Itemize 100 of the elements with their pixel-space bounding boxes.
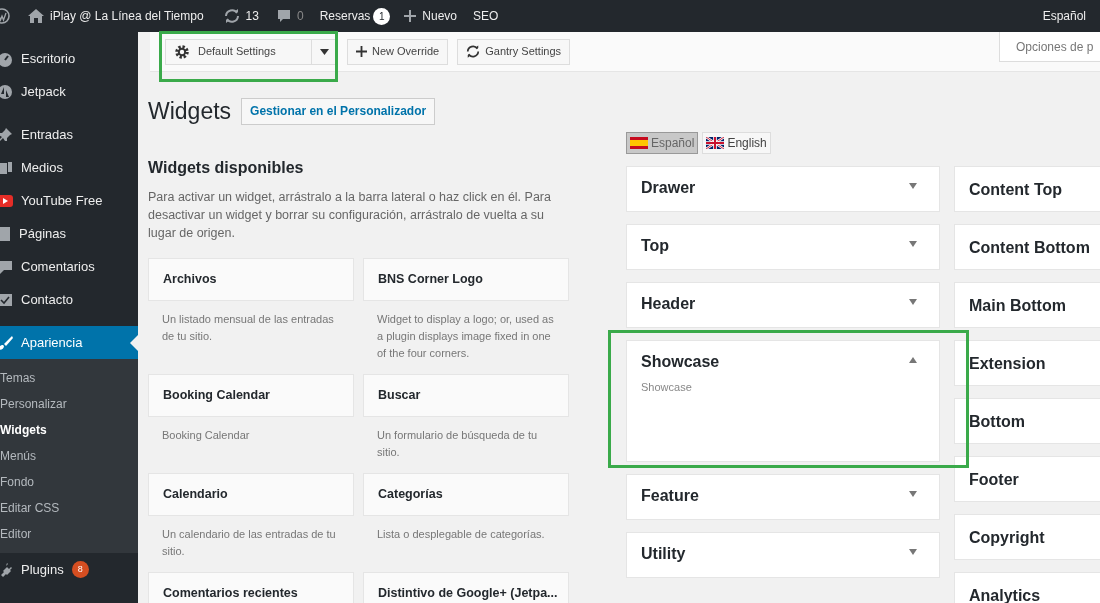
flag-icon: [706, 137, 725, 149]
sidebar-area[interactable]: Footer: [954, 456, 1100, 502]
customizer-button[interactable]: Gestionar en el Personalizador: [241, 97, 436, 125]
plug-icon: [0, 561, 13, 578]
section-heading: Widgets disponibles: [148, 157, 305, 178]
play-icon: [0, 194, 13, 207]
sidebar-area[interactable]: Top: [626, 224, 940, 270]
language-button[interactable]: English: [702, 132, 771, 154]
widget-title[interactable]: Buscar: [363, 373, 569, 417]
seo-link[interactable]: SEO: [473, 7, 499, 25]
updates-icon: [223, 9, 240, 23]
updates-count[interactable]: 13: [245, 7, 269, 25]
screen-options-tab[interactable]: Opciones de p: [999, 32, 1100, 62]
widget-description: Booking Calendar: [161, 427, 251, 443]
submenu-item[interactable]: Widgets: [0, 417, 47, 443]
gantry-settings-button[interactable]: Gantry Settings: [457, 38, 571, 65]
caret-icon: [320, 48, 329, 55]
widget-title[interactable]: Booking Calendar: [148, 373, 354, 417]
home-icon: [28, 9, 44, 23]
page-icon: [0, 225, 11, 242]
widget-description: Un calendario de las entradas de tu sitio.: [161, 526, 337, 559]
widget-title[interactable]: BNS Corner Logo: [363, 257, 569, 301]
menu-item[interactable]: Entradas: [0, 118, 138, 151]
menu-item[interactable]: Apariencia: [0, 326, 138, 359]
widget-title[interactable]: Calendario: [148, 472, 354, 516]
area-title: Footer: [969, 471, 1019, 488]
area-title: Drawer: [641, 179, 696, 197]
brush-icon: [0, 334, 13, 351]
submenu-item[interactable]: Menús: [0, 443, 37, 469]
sidebar-area[interactable]: Main Bottom: [954, 282, 1100, 328]
language-button[interactable]: Español: [626, 132, 699, 154]
expand-arrow-icon: [909, 491, 917, 497]
settings-icon: [174, 43, 190, 60]
comment-icon: [0, 258, 13, 275]
area-title: Top: [641, 237, 670, 255]
menu-item[interactable]: Plugins 8: [0, 553, 138, 586]
submenu-item[interactable]: Fondo: [0, 469, 35, 495]
submenu-item[interactable]: Personalizar: [0, 391, 67, 417]
sidebar-area[interactable]: Header: [626, 282, 940, 328]
count-badge: 1: [373, 7, 391, 25]
sidebar-area[interactable]: Bottom: [954, 398, 1100, 444]
area-title: Extension: [969, 355, 1046, 372]
widget-description: Un listado mensual de las entradas de tu sitio.: [161, 311, 335, 344]
sidebar-area[interactable]: Content Bottom: [954, 224, 1100, 270]
settings-dropdown[interactable]: Default Settings: [165, 38, 338, 65]
new-override-button[interactable]: New Override: [347, 38, 449, 65]
area-title: Feature: [641, 487, 699, 505]
widget-description: Lista o desplegable de categorías.: [376, 526, 546, 542]
comments-count[interactable]: 0: [296, 7, 314, 25]
menu-item[interactable]: Comentarios: [0, 250, 138, 283]
sidebar-area[interactable]: Extension: [954, 340, 1100, 386]
plus-icon: [404, 10, 417, 22]
sidebar-area[interactable]: Utility: [626, 532, 940, 578]
area-title: Content Bottom: [969, 239, 1090, 256]
expand-arrow-icon: [909, 241, 917, 247]
widget-title[interactable]: Categorías: [363, 472, 569, 516]
area-title: Content Top: [969, 181, 1062, 198]
area-title: Utility: [641, 545, 686, 563]
area-title: Header: [641, 295, 696, 313]
pin-icon: [0, 126, 13, 143]
plus-icon: [356, 46, 367, 57]
new-link[interactable]: Nuevo: [422, 7, 468, 25]
widget-description: Widget to display a logo; or, used as a plugin displays image fixed in one of the four corners.: [376, 311, 555, 361]
area-title: Copyright: [969, 529, 1045, 546]
widget-title[interactable]: Distintivo de Google+ (Jetpa...: [363, 571, 569, 603]
menu-item[interactable]: Páginas: [0, 217, 138, 250]
menu-item[interactable]: YouTube Free: [0, 184, 138, 217]
flag-icon: [630, 137, 648, 149]
refresh-icon: [466, 45, 481, 58]
menu-item[interactable]: Escritorio: [0, 42, 138, 75]
sidebar-area[interactable]: Copyright: [954, 514, 1100, 560]
submenu-item[interactable]: Editar CSS: [0, 495, 60, 521]
menu-item[interactable]: Jetpack: [0, 75, 138, 108]
page-title: Widgets: [148, 97, 232, 126]
site-name-link[interactable]: iPlay @ La Línea del Tiempo: [50, 7, 214, 25]
count-badge: 8: [71, 561, 89, 578]
media-icon: [0, 159, 13, 176]
area-title: Showcase: [641, 353, 720, 371]
sidebar-area[interactable]: Showcase Showcase: [626, 340, 940, 462]
area-description: Showcase: [641, 380, 693, 395]
widget-description: Un formulario de búsqueda de tu sitio.: [376, 427, 539, 460]
language-link[interactable]: Español: [1042, 7, 1100, 25]
menu-item[interactable]: Medios: [0, 151, 138, 184]
sidebar-area[interactable]: Feature: [626, 474, 940, 520]
expand-arrow-icon: [909, 183, 917, 189]
sidebar-area[interactable]: Drawer: [626, 166, 940, 212]
comment-icon: [276, 9, 291, 23]
area-title: Bottom: [969, 413, 1025, 430]
widget-title[interactable]: Comentarios recientes: [148, 571, 354, 603]
collapse-arrow-icon: [909, 357, 917, 363]
expand-arrow-icon: [909, 549, 917, 555]
section-description: Para activar un widget, arrástralo a la barra lateral o haz click en él. Para desactivar un widget y borrar su configuración, arrástralo de vuelta a su lugar de origen.: [148, 188, 552, 242]
submenu-item[interactable]: Editor: [0, 521, 32, 547]
expand-arrow-icon: [909, 299, 917, 305]
widget-title[interactable]: Archivos: [148, 257, 354, 301]
area-title: Main Bottom: [969, 297, 1066, 314]
menu-item[interactable]: Contacto: [0, 283, 138, 316]
submenu-item[interactable]: Temas: [0, 365, 36, 391]
sidebar-area[interactable]: Content Top: [954, 166, 1100, 212]
reservas-link[interactable]: Reservas: [319, 7, 371, 25]
